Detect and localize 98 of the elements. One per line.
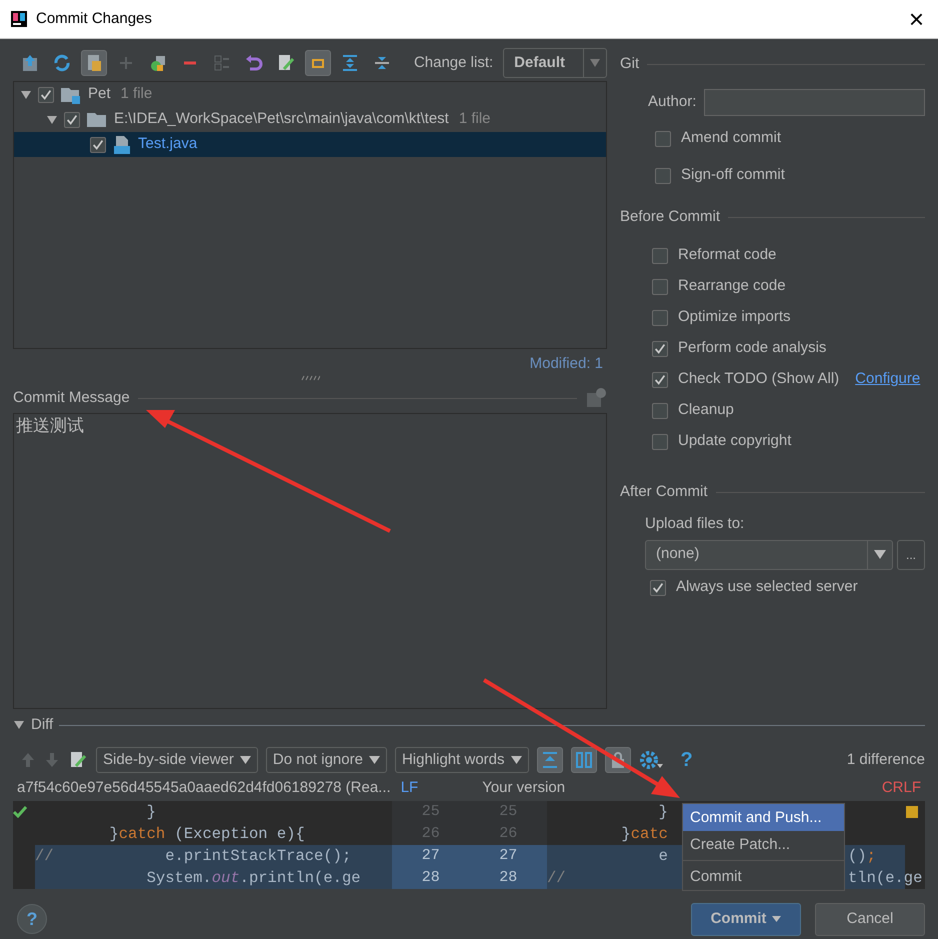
option-label: Reformat code bbox=[678, 245, 776, 266]
java-file-icon bbox=[112, 134, 132, 154]
commit-message-label: Commit Message bbox=[13, 388, 130, 408]
sync-scroll-icon[interactable] bbox=[570, 747, 596, 773]
expand-arrow-icon[interactable] bbox=[13, 719, 25, 731]
checkbox[interactable] bbox=[652, 278, 668, 294]
checkbox[interactable] bbox=[650, 580, 666, 596]
close-button[interactable]: × bbox=[904, 6, 928, 32]
commit-message-field[interactable]: 推送测试 bbox=[13, 413, 607, 709]
tree-row[interactable]: Pet 1 file bbox=[14, 82, 606, 107]
window-title: Commit Changes bbox=[36, 8, 153, 29]
unknown-file-icon[interactable] bbox=[81, 50, 107, 76]
option-label: Amend commit bbox=[681, 128, 782, 148]
dropdown[interactable]: Do not ignore bbox=[266, 747, 387, 773]
line-number: 28 bbox=[392, 867, 470, 889]
option-label: Sign-off commit bbox=[681, 165, 785, 186]
caret-icon bbox=[874, 550, 886, 559]
menu-item[interactable]: Create Patch... bbox=[683, 831, 844, 858]
dropdown[interactable]: Highlight words bbox=[394, 747, 528, 773]
module-folder-icon bbox=[60, 86, 82, 104]
browse-button[interactable]: ... bbox=[896, 540, 925, 570]
expand-arrow-icon[interactable] bbox=[20, 88, 32, 100]
caret-icon bbox=[240, 756, 251, 764]
line-separator-label[interactable]: CRLF bbox=[882, 776, 921, 800]
option-label: Check TODO (Show All) bbox=[678, 369, 840, 390]
checkbox[interactable] bbox=[652, 310, 668, 326]
upload-label: Upload files to: bbox=[644, 514, 746, 534]
configure-link[interactable]: Configure bbox=[855, 368, 920, 391]
checkbox[interactable] bbox=[90, 136, 106, 152]
change-marker-icon bbox=[905, 805, 919, 820]
change-list-dropdown[interactable]: Default bbox=[503, 48, 607, 78]
cancel-button[interactable]: Cancel bbox=[815, 902, 925, 936]
section-title: Before Commit bbox=[620, 206, 720, 227]
checkbox[interactable] bbox=[64, 112, 80, 128]
file-name: E:\IDEA_WorkSpace\Pet\src\main\java\com\kt\test bbox=[114, 109, 449, 130]
checkbox[interactable] bbox=[652, 402, 668, 418]
diff-title: Diff bbox=[31, 714, 54, 735]
app-icon bbox=[10, 10, 28, 28]
caret-icon bbox=[772, 916, 782, 922]
code-line: // bbox=[547, 868, 567, 889]
menu-item[interactable]: Commit bbox=[683, 863, 844, 890]
code-line: } bbox=[658, 802, 669, 823]
checkbox[interactable] bbox=[652, 372, 668, 388]
caret-icon bbox=[590, 59, 600, 67]
author-field[interactable] bbox=[704, 89, 925, 116]
code-line: e bbox=[658, 846, 669, 867]
checkbox[interactable] bbox=[655, 130, 671, 146]
align-icon[interactable] bbox=[536, 747, 562, 773]
checkbox[interactable] bbox=[652, 248, 668, 264]
file-name: Test.java bbox=[138, 134, 198, 154]
checkbox[interactable] bbox=[652, 434, 668, 450]
history-icon[interactable] bbox=[585, 387, 607, 409]
option-label: Update copyright bbox=[678, 431, 792, 452]
file-count: 1 file bbox=[120, 84, 152, 104]
option-label: Perform code analysis bbox=[678, 338, 826, 358]
code-line: (); bbox=[848, 846, 876, 867]
section-title: After Commit bbox=[620, 482, 708, 502]
code-line: } bbox=[146, 802, 157, 823]
edit-icon[interactable] bbox=[68, 750, 88, 770]
expand-arrow-icon[interactable] bbox=[46, 114, 58, 126]
group-icon[interactable] bbox=[305, 50, 331, 76]
code-line: }catch (Exception e){ bbox=[108, 824, 306, 845]
checkbox[interactable] bbox=[655, 168, 671, 184]
revision-title: a7f54c60e97e56d45545a0aaed62d4fd06189278 (Rea... bbox=[17, 778, 391, 798]
help-button[interactable]: ? bbox=[17, 904, 47, 934]
caret-icon bbox=[510, 756, 522, 764]
check-icon bbox=[13, 806, 27, 818]
menu-item[interactable]: Commit and Push... bbox=[683, 804, 844, 831]
caret-icon bbox=[368, 756, 380, 764]
code-line: tln(e.ge bbox=[848, 868, 922, 889]
option-label: Cleanup bbox=[678, 400, 734, 420]
difference-count: 1 difference bbox=[846, 750, 925, 770]
file-count: 1 file bbox=[458, 109, 491, 130]
line-number: 28 bbox=[470, 867, 547, 889]
checkbox[interactable] bbox=[38, 86, 54, 102]
folder-icon bbox=[86, 110, 108, 128]
tree-row[interactable]: E:\IDEA_WorkSpace\Pet\src\main\java\com\kt\test 1 file bbox=[14, 107, 606, 132]
splitter-grip-icon[interactable] bbox=[300, 375, 320, 381]
settings-icon[interactable] bbox=[638, 750, 662, 770]
version-title: Your version bbox=[482, 778, 566, 798]
option-label: Always use selected server bbox=[676, 577, 858, 598]
change-list-label: Change list: bbox=[414, 52, 494, 73]
tree-row[interactable]: Test.java bbox=[14, 132, 606, 157]
line-separator-label[interactable]: LF bbox=[400, 776, 418, 800]
help-link[interactable]: ? bbox=[680, 745, 693, 775]
option-label: Rearrange code bbox=[678, 276, 786, 296]
commit-button[interactable]: Commit bbox=[691, 902, 801, 936]
modified-count-link[interactable]: Modified: 1 bbox=[13, 349, 607, 375]
section-title: Git bbox=[620, 54, 640, 74]
dropdown[interactable]: Side-by-side viewer bbox=[96, 747, 258, 773]
line-number: 27 bbox=[470, 845, 547, 867]
checkbox[interactable] bbox=[652, 340, 668, 356]
upload-target-dropdown[interactable]: (none) bbox=[645, 540, 893, 570]
code-line: }catc bbox=[620, 824, 669, 845]
file-name: Pet bbox=[88, 84, 111, 104]
option-label: Optimize imports bbox=[678, 307, 791, 328]
line-number: 27 bbox=[392, 845, 470, 867]
author-label: Author: bbox=[648, 92, 696, 112]
